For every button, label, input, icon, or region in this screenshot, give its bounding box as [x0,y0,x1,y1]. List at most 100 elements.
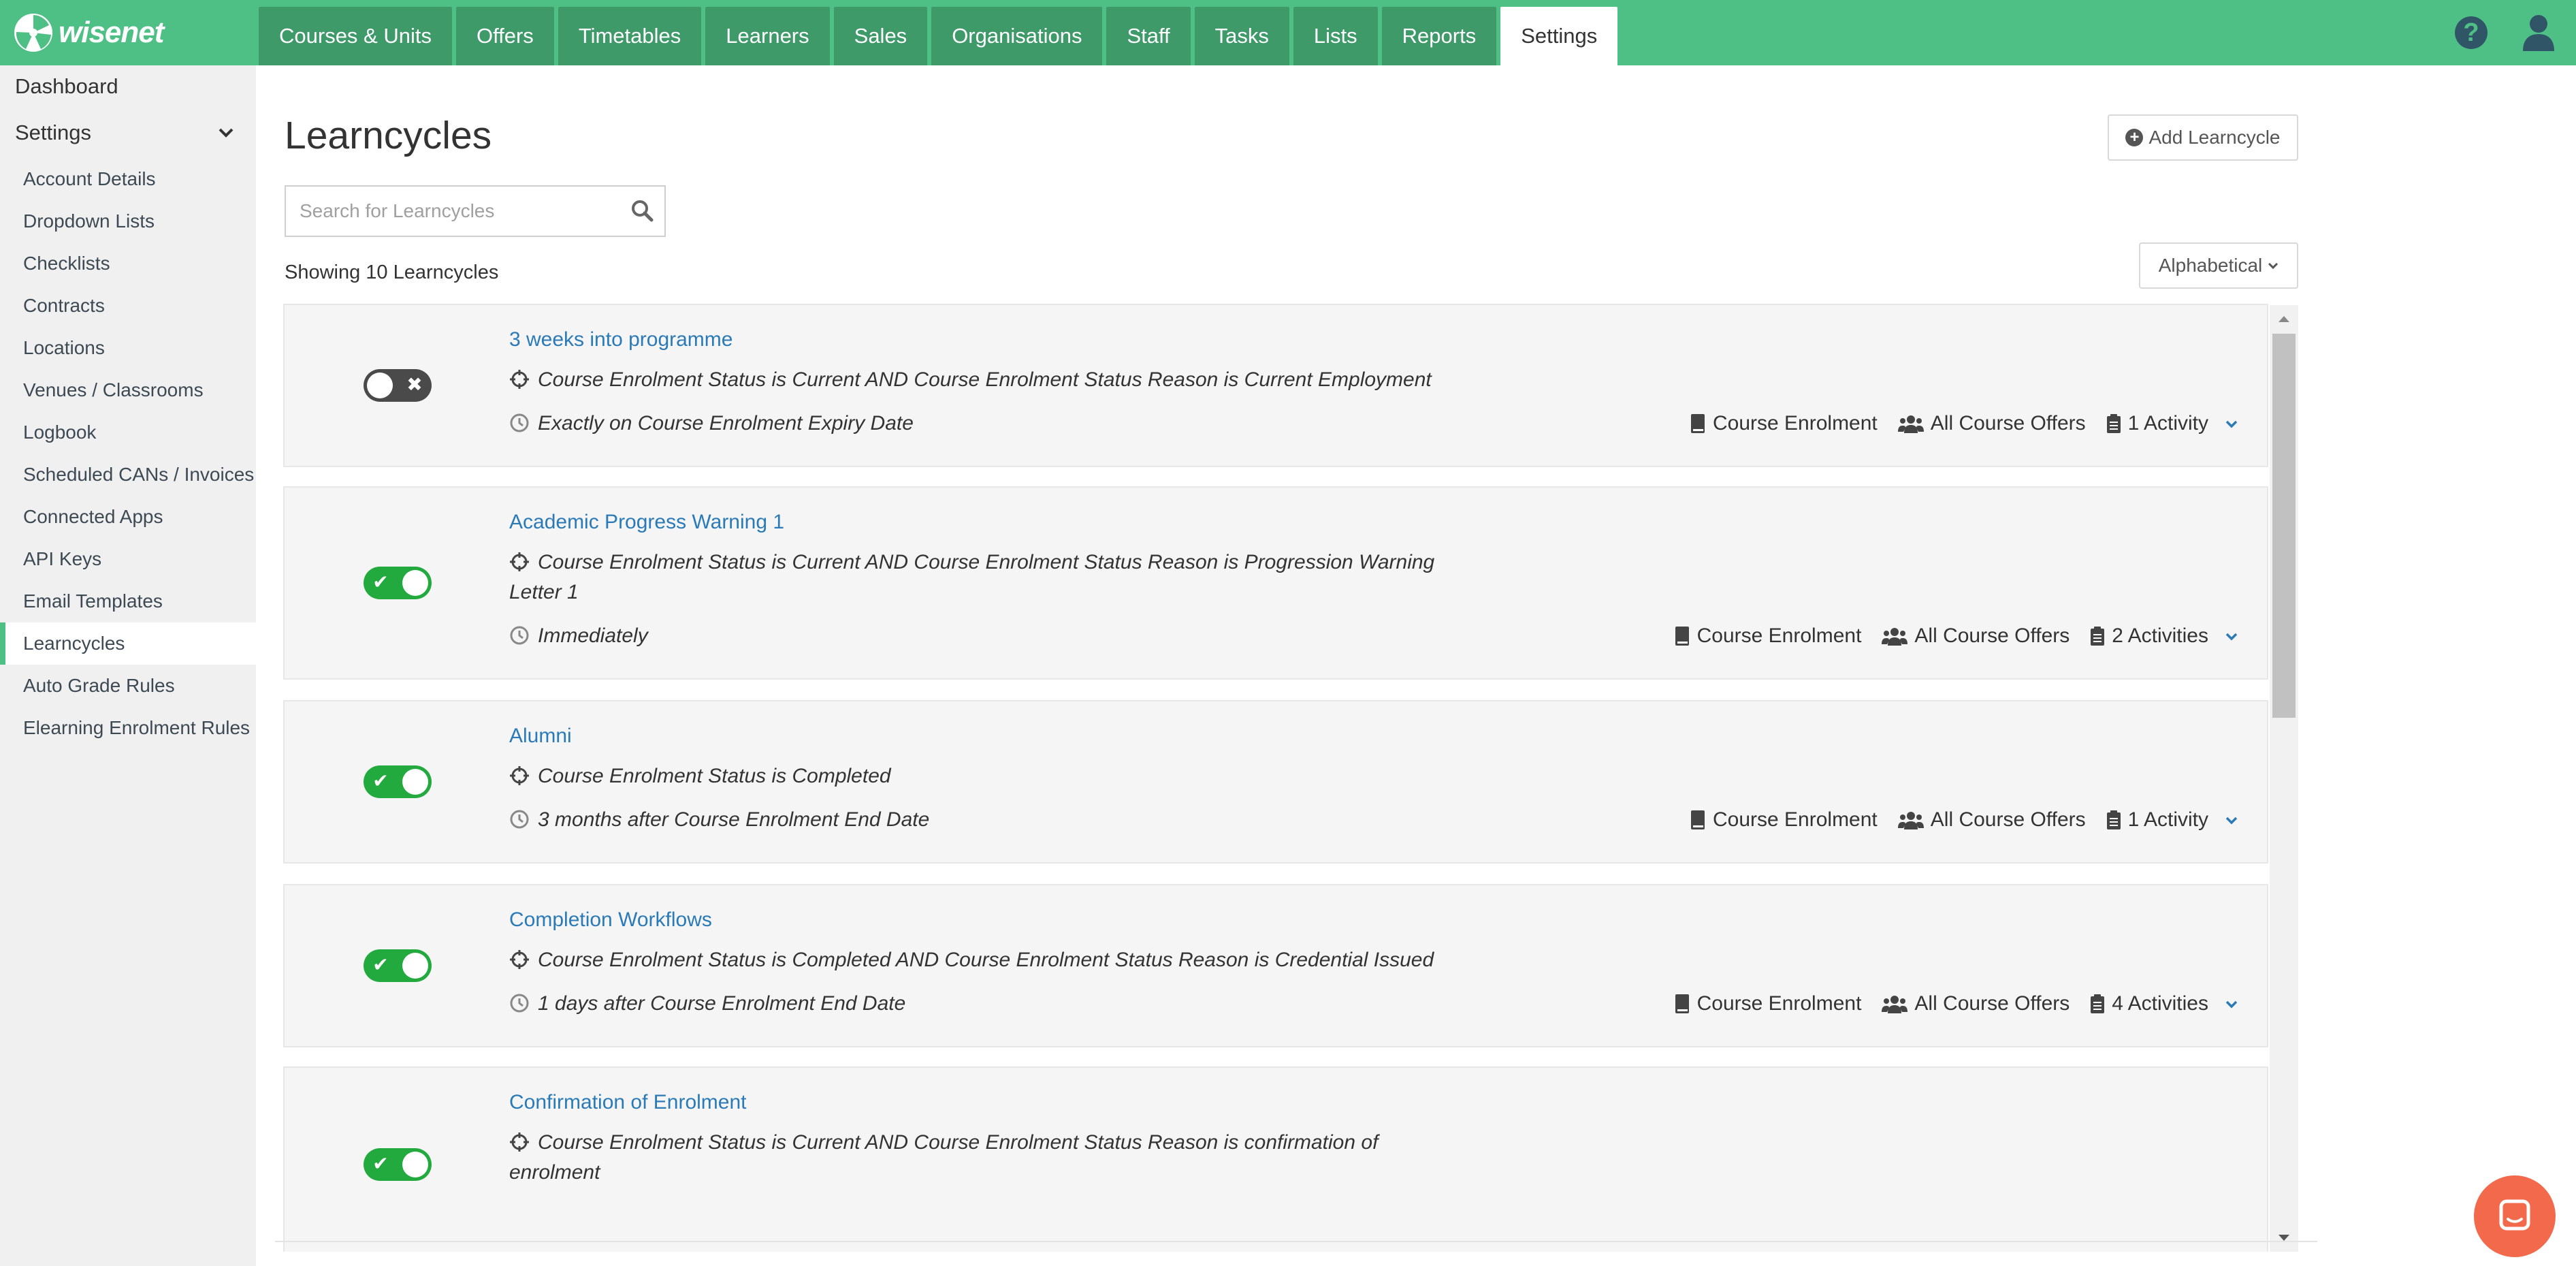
nav-tab-learners[interactable]: Learners [705,7,830,65]
sidebar-item-email-templates[interactable]: Email Templates [0,580,256,622]
clock-icon [510,413,529,432]
learncycle-name-link[interactable]: Completion Workflows [509,908,712,932]
clipboard-icon [2106,810,2121,829]
enable-toggle[interactable]: ✔ [364,765,432,798]
learncycle-meta: Course Enrolment All Course Offers 1 Act… [1669,409,2247,439]
expand-chevron-icon[interactable] [2223,412,2247,435]
offers-meta: All Course Offers [1897,808,2086,832]
expand-chevron-icon[interactable] [2223,808,2247,832]
offers-label: All Course Offers [1914,992,2070,1015]
sidebar-item-checklists[interactable]: Checklists [0,242,256,285]
nav-tab-settings[interactable]: Settings [1500,7,1618,65]
users-icon [1897,812,1924,829]
nav-tab-courses-units[interactable]: Courses & Units [259,7,452,65]
learncycle-name-link[interactable]: Confirmation of Enrolment [509,1091,747,1114]
search-icon[interactable] [630,199,654,222]
schedule-label: 3 months after Course Enrolment End Date [538,808,930,831]
wisenet-logo-icon [14,14,52,52]
learncycle-meta: Course Enrolment All Course Offers 4 Act… [1654,989,2247,1019]
enable-toggle[interactable]: ✔ [364,567,432,599]
add-learncycle-button[interactable]: + Add Learncycle [2108,114,2298,161]
expand-chevron-icon[interactable] [2223,624,2247,648]
nav-tab-timetables[interactable]: Timetables [558,7,702,65]
learncycle-name-link[interactable]: Academic Progress Warning 1 [509,511,784,534]
activities-label: 1 Activity [2127,808,2208,831]
nav-tab-sales[interactable]: Sales [833,7,928,65]
sidebar-item-scheduled-cans-invoices[interactable]: Scheduled CANs / Invoices [0,454,256,496]
activities-meta: 1 Activity [2106,808,2208,832]
clipboard-icon [2091,627,2105,646]
sidebar-item-dropdown-lists[interactable]: Dropdown Lists [0,200,256,242]
condition-text: Course Enrolment Status is Current AND C… [509,1128,1462,1188]
sidebar-item-api-keys[interactable]: API Keys [0,538,256,580]
sidebar-settings-toggle[interactable]: Settings [0,108,256,158]
enable-toggle[interactable]: ✔ [364,949,432,982]
learncycle-card: ✖ 3 weeks into programme Course Enrolmen… [283,304,2268,467]
crosshairs-icon [510,1133,529,1152]
nav-tab-lists[interactable]: Lists [1293,7,1378,65]
main-content: Learncycles + Add Learncycle Showing 10 … [256,65,2576,1266]
crosshairs-icon [510,766,529,785]
sort-dropdown[interactable]: Alphabetical [2139,242,2298,289]
crosshairs-icon [510,950,529,969]
sidebar-item-learncycles[interactable]: Learncycles [0,622,256,665]
nav-tab-offers[interactable]: Offers [455,7,554,65]
settings-sidebar: Dashboard Settings Account Details Dropd… [0,65,256,1266]
sidebar-item-auto-grade-rules[interactable]: Auto Grade Rules [0,665,256,707]
sidebar-item-logbook[interactable]: Logbook [0,411,256,454]
users-icon [1882,996,1908,1013]
condition-label: Course Enrolment Status is Current AND C… [509,551,1435,603]
crosshairs-icon [510,552,529,571]
scroll-up-arrow-icon[interactable] [2270,305,2298,332]
enable-toggle[interactable]: ✖ [364,369,432,402]
enable-toggle[interactable]: ✔ [364,1148,432,1181]
offers-label: All Course Offers [1914,624,2070,647]
book-icon [1690,810,1705,829]
toggle-knob [402,769,428,795]
nav-tab-organisations[interactable]: Organisations [931,7,1103,65]
nav-tab-tasks[interactable]: Tasks [1194,7,1289,65]
sidebar-item-elearning-enrolment-rules[interactable]: Elearning Enrolment Rules [0,707,256,749]
help-icon[interactable]: ? [2455,16,2488,49]
user-icon[interactable] [2522,14,2556,51]
schedule-label: 1 days after Course Enrolment End Date [538,992,906,1015]
main-nav: Courses & Units Offers Timetables Learne… [259,7,1622,65]
learncycle-name-link[interactable]: Alumni [509,725,572,748]
sidebar-item-account-details[interactable]: Account Details [0,158,256,200]
schedule-label: Immediately [538,624,648,647]
learncycle-name-link[interactable]: 3 weeks into programme [509,328,732,351]
condition-label: Course Enrolment Status is Completed [538,765,891,787]
close-icon: ✖ [406,374,423,395]
list-scrollbar[interactable] [2270,305,2298,1252]
chat-launcher-button[interactable] [2474,1175,2556,1257]
search-input[interactable] [286,187,640,236]
toggle-knob [402,570,428,596]
entity-label: Course Enrolment [1696,992,1862,1015]
sidebar-dashboard-link[interactable]: Dashboard [0,65,256,108]
schedule-text: Exactly on Course Enrolment Expiry Date [509,409,1462,439]
sidebar-item-contracts[interactable]: Contracts [0,285,256,327]
user-silhouette-icon [2523,15,2554,51]
scroll-down-arrow-icon[interactable] [2270,1224,2298,1252]
chevron-down-icon [219,128,234,138]
clock-icon [510,810,529,829]
activities-meta: 2 Activities [2090,624,2208,648]
offers-meta: All Course Offers [1882,624,2070,648]
condition-text: Course Enrolment Status is Completed [509,761,1462,791]
sidebar-item-venues-classrooms[interactable]: Venues / Classrooms [0,369,256,411]
entity-label: Course Enrolment [1712,412,1878,434]
nav-tab-staff[interactable]: Staff [1106,7,1191,65]
check-icon: ✔ [372,954,389,975]
wisenet-logo[interactable]: wisenet [12,8,164,57]
clock-icon [510,994,529,1013]
crosshairs-icon [510,370,529,389]
expand-chevron-icon[interactable] [2223,992,2247,1015]
sidebar-item-locations[interactable]: Locations [0,327,256,369]
scrollbar-thumb[interactable] [2272,334,2296,718]
nav-tab-reports[interactable]: Reports [1381,7,1497,65]
sidebar-item-connected-apps[interactable]: Connected Apps [0,496,256,538]
book-icon [1675,627,1689,646]
entity-meta: Course Enrolment [1674,624,1861,648]
offers-label: All Course Offers [1930,412,2086,434]
users-icon [1882,628,1908,646]
